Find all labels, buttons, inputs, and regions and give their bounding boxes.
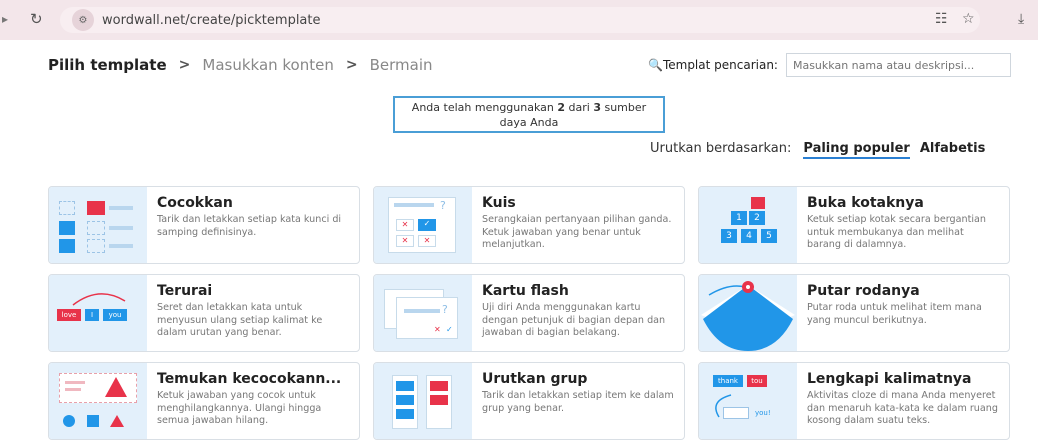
browser-toolbar: ▸ ↻ ⚙ wordwall.net/create/picktemplate ☷… — [0, 0, 1038, 40]
match-up-thumbnail — [49, 187, 147, 263]
search-icon: 🔍 — [648, 58, 663, 72]
address-bar[interactable]: ⚙ wordwall.net/create/picktemplate — [60, 7, 980, 33]
translate-icon[interactable]: ☷ — [935, 11, 948, 27]
template-title: Terurai — [157, 283, 213, 299]
quiz-thumbnail: ? ✕ ✓ ✕ ✕ — [374, 187, 472, 263]
template-title: Putar rodanya — [807, 283, 920, 299]
search-input[interactable] — [785, 53, 1011, 77]
usage-text-middle: dari — [568, 101, 590, 114]
usage-text-line2: daya Anda — [499, 116, 559, 129]
template-description: Tarik dan letakkan setiap item ke dalam … — [482, 390, 674, 414]
template-title: Lengkapi kalimatnya — [807, 371, 972, 387]
site-info-icon[interactable]: ⚙ — [72, 9, 94, 31]
download-icon[interactable]: ⤓ — [1018, 11, 1024, 27]
breadcrumb-step-pick-template: Pilih template — [48, 56, 167, 74]
forward-arrow-icon[interactable]: ▸ — [2, 12, 8, 26]
chevron-right-icon: > — [345, 57, 358, 73]
template-description: Ketuk jawaban yang cocok untuk menghilan… — [157, 390, 322, 426]
search-label: Templat pencarian: — [662, 58, 778, 72]
unjumble-thumbnail: love I you — [49, 275, 147, 351]
template-description: Serangkaian pertanyaan pilihan ganda. Ke… — [482, 214, 672, 250]
template-card-match-up[interactable]: Cocokkan Tarik dan letakkan setiap kata … — [48, 186, 360, 264]
template-title: Urutkan grup — [482, 371, 588, 387]
breadcrumb: Pilih template > Masukkan konten > Berma… — [48, 56, 433, 74]
usage-notice: Anda telah menggunakan 2 dari 3 sumber d… — [393, 96, 665, 133]
group-sort-thumbnail — [374, 363, 472, 439]
template-description: Uji diri Anda menggunakan kartu dengan p… — [482, 302, 666, 338]
template-description: Putar roda untuk melihat item mana yang … — [807, 302, 982, 326]
reload-icon[interactable]: ↻ — [30, 10, 43, 28]
template-description: Aktivitas cloze di mana Anda menyeret da… — [807, 390, 998, 426]
find-match-thumbnail — [49, 363, 147, 439]
template-title: Cocokkan — [157, 195, 233, 211]
sort-alphabetical-link[interactable]: Alfabetis — [920, 141, 985, 156]
sort-popular-link[interactable]: Paling populer — [803, 141, 910, 159]
bookmark-star-icon[interactable]: ☆ — [962, 11, 975, 27]
sort-label: Urutkan berdasarkan: — [650, 141, 792, 156]
template-title: Temukan kecocokann... — [157, 371, 342, 387]
chevron-right-icon: > — [178, 57, 191, 73]
template-description: Ketuk setiap kotak secara bergantian unt… — [807, 214, 986, 250]
template-card-open-the-box[interactable]: 1 2 3 4 5 Buka kotaknya Ketuk setiap kot… — [698, 186, 1010, 264]
breadcrumb-step-enter-content: Masukkan konten — [202, 56, 334, 74]
template-card-group-sort[interactable]: Urutkan grup Tarik dan letakkan setiap i… — [373, 362, 685, 440]
template-title: Kuis — [482, 195, 516, 211]
url-text[interactable]: wordwall.net/create/picktemplate — [102, 13, 321, 28]
template-card-complete-sentence[interactable]: thank tou you! Lengkapi kalimatnya Aktiv… — [698, 362, 1010, 440]
sort-options: Urutkan berdasarkan: Paling populer Alfa… — [650, 141, 995, 159]
template-title: Kartu flash — [482, 283, 569, 299]
usage-text-end: sumber — [604, 101, 647, 114]
template-card-flash-cards[interactable]: ? ✕ ✓ Kartu flash Uji diri Anda mengguna… — [373, 274, 685, 352]
template-search: 🔍 Templat pencarian: — [648, 53, 1011, 77]
flash-cards-thumbnail: ? ✕ ✓ — [374, 275, 472, 351]
usage-text: Anda telah menggunakan — [411, 101, 554, 114]
template-card-spin-wheel[interactable]: Putar rodanya Putar roda untuk melihat i… — [698, 274, 1010, 352]
template-card-quiz[interactable]: ? ✕ ✓ ✕ ✕ Kuis Serangkaian pertanyaan pi… — [373, 186, 685, 264]
template-description: Seret dan letakkan kata untuk menyusun u… — [157, 302, 323, 338]
complete-sentence-thumbnail: thank tou you! — [699, 363, 797, 439]
template-description: Tarik dan letakkan setiap kata kunci di … — [157, 214, 342, 238]
usage-total-count: 3 — [593, 101, 601, 114]
template-card-find-the-match[interactable]: Temukan kecocokann... Ketuk jawaban yang… — [48, 362, 360, 440]
breadcrumb-step-play: Bermain — [369, 56, 433, 74]
open-box-thumbnail: 1 2 3 4 5 — [699, 187, 797, 263]
template-title: Buka kotaknya — [807, 195, 924, 211]
template-card-unjumble[interactable]: love I you Terurai Seret dan letakkan ka… — [48, 274, 360, 352]
usage-used-count: 2 — [557, 101, 566, 114]
spin-wheel-thumbnail — [699, 275, 797, 351]
